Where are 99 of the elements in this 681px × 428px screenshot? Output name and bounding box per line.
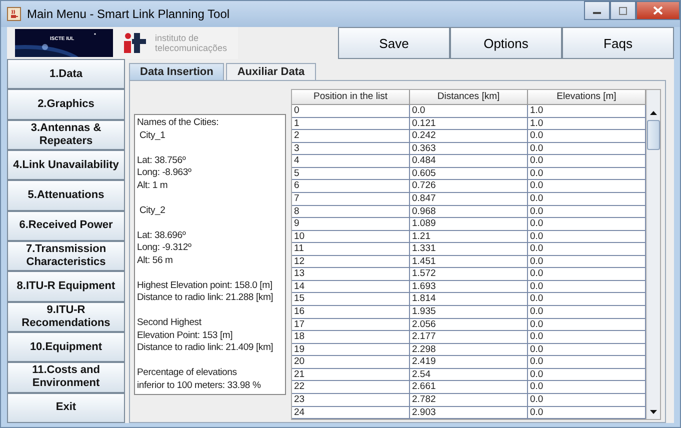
table-cell: 14 bbox=[292, 280, 410, 292]
table-cell: 2.298 bbox=[410, 344, 528, 356]
column-header[interactable]: Distances [km] bbox=[410, 90, 528, 104]
info-text: Percentage of elevations bbox=[137, 367, 237, 380]
table-cell: 6 bbox=[292, 180, 410, 192]
table-cell: 15 bbox=[292, 293, 410, 305]
close-icon bbox=[653, 6, 663, 15]
table-cell: 0.121 bbox=[410, 118, 528, 130]
table-cell: 2.782 bbox=[410, 394, 528, 406]
table-cell: 0.484 bbox=[410, 155, 528, 167]
menu-button[interactable]: 6.Received Power bbox=[7, 210, 125, 241]
menu-button[interactable]: 5.Attenuations bbox=[7, 180, 125, 211]
table-cell: 22 bbox=[292, 381, 410, 393]
close-button[interactable] bbox=[636, 1, 680, 20]
info-text: Names of the Cities: bbox=[137, 117, 219, 130]
info-text: Alt: 56 m bbox=[137, 254, 173, 267]
table-cell: 1.089 bbox=[410, 218, 528, 230]
table-cell: 4 bbox=[292, 155, 410, 167]
table-cell: 1.451 bbox=[410, 256, 528, 268]
up-arrow-icon bbox=[650, 111, 657, 115]
table-cell: 9 bbox=[292, 218, 410, 230]
logo-text: telecomunicações bbox=[155, 43, 228, 53]
menu-button[interactable]: 7.Transmission Characteristics bbox=[7, 240, 125, 272]
table-cell: 1 bbox=[292, 118, 410, 130]
scroll-thumb[interactable] bbox=[647, 120, 660, 150]
window-title: Main Menu - Smart Link Planning Tool bbox=[27, 7, 230, 21]
table-cell: 12 bbox=[292, 256, 410, 268]
info-text: City_1 bbox=[138, 130, 166, 142]
minimize-button[interactable] bbox=[584, 1, 610, 20]
info-text: Lat: 38.756º bbox=[137, 154, 186, 167]
table-cell: 19 bbox=[292, 344, 410, 356]
table-cell: 24 bbox=[292, 406, 410, 418]
menu-button[interactable]: 9.ITU-R Recomendations bbox=[7, 302, 125, 332]
menu-button[interactable]: 2.Graphics bbox=[7, 89, 125, 120]
header-button[interactable]: Faqs bbox=[562, 27, 674, 59]
table-cell: 23 bbox=[292, 394, 410, 406]
tab[interactable]: Data Insertion bbox=[129, 63, 224, 80]
maximize-icon bbox=[618, 6, 628, 14]
table-cell: 0.0 bbox=[410, 105, 528, 117]
table-cell: 0 bbox=[292, 105, 410, 117]
menu-button[interactable]: 10.Equipment bbox=[7, 332, 125, 362]
table-cell: 2.903 bbox=[410, 406, 528, 418]
it-logo-icon bbox=[123, 32, 149, 54]
table-cell: 20 bbox=[292, 356, 410, 368]
logo-text: instituto de bbox=[155, 33, 200, 43]
table-cell: 2.419 bbox=[410, 356, 528, 368]
info-text: City_2 bbox=[138, 204, 166, 217]
menu-button[interactable]: 1.Data bbox=[7, 59, 125, 90]
table-cell: 2.661 bbox=[410, 381, 528, 393]
tab[interactable]: Auxiliar Data bbox=[226, 63, 316, 80]
table-cell: 1.331 bbox=[410, 243, 528, 255]
table-cell: 18 bbox=[292, 331, 410, 343]
table-cell: 16 bbox=[292, 306, 410, 318]
column-header[interactable]: Position in the list bbox=[292, 90, 410, 104]
info-text: Distance to radio link: 21.409 [km] bbox=[137, 342, 274, 354]
table-cell: 1.935 bbox=[410, 306, 528, 318]
table-cell: 1.572 bbox=[410, 268, 528, 280]
menu-button[interactable]: 3.Antennas & Repeaters bbox=[7, 120, 125, 150]
down-arrow-icon bbox=[650, 410, 657, 414]
table-cell: 5 bbox=[292, 168, 410, 180]
table-cell: 0.968 bbox=[410, 206, 528, 218]
header-button[interactable]: Save bbox=[338, 27, 450, 59]
info-text: Highest Elevation point: 158.0 [m] bbox=[137, 280, 272, 292]
table-cell: 2.54 bbox=[410, 368, 528, 380]
table-cell: 2 bbox=[292, 130, 410, 142]
info-text: Lat: 38.696º bbox=[137, 230, 186, 242]
table-cell: 1.693 bbox=[410, 280, 528, 292]
maximize-button[interactable] bbox=[610, 1, 636, 20]
info-text: Distance to radio link: 21.288 [km] bbox=[137, 292, 274, 304]
table-cell: 2.056 bbox=[410, 318, 528, 330]
table-cell: 3 bbox=[292, 142, 410, 154]
table-cell: 0.726 bbox=[410, 180, 528, 192]
info-text: Long: -8.963º bbox=[137, 167, 192, 180]
menu-button[interactable]: 8.ITU-R Equipment bbox=[7, 271, 125, 302]
table-cell: 21 bbox=[292, 368, 410, 380]
table-cell: 1.21 bbox=[410, 230, 528, 242]
table-cell: 0.605 bbox=[410, 168, 528, 180]
table-cell: 11 bbox=[292, 243, 410, 255]
info-text: inferior to 100 meters: 33.98 % bbox=[137, 380, 261, 392]
table-cell: 13 bbox=[292, 268, 410, 280]
menu-button[interactable]: 4.Link Unavailability bbox=[7, 150, 125, 180]
java-cup-icon bbox=[7, 7, 21, 21]
table-cell: 7 bbox=[292, 192, 410, 204]
scrollbar[interactable] bbox=[646, 90, 660, 419]
table-cell: 0.242 bbox=[410, 130, 528, 142]
info-text: Long: -9.312º bbox=[137, 242, 192, 254]
table-cell: 1.814 bbox=[410, 293, 528, 305]
info-text: Alt: 1 m bbox=[137, 180, 168, 192]
table-cell: 17 bbox=[292, 318, 410, 330]
info-text: Second Highest bbox=[137, 317, 202, 330]
info-text: Elevation Point: 153 [m] bbox=[137, 330, 233, 342]
table-cell: 0.847 bbox=[410, 192, 528, 204]
menu-button[interactable]: Exit bbox=[7, 392, 125, 423]
menu-button[interactable]: 11.Costs and Environment bbox=[7, 362, 125, 393]
table-cell: 0.363 bbox=[410, 142, 528, 154]
table-cell: 10 bbox=[292, 230, 410, 242]
table-cell: 8 bbox=[292, 206, 410, 218]
header-button[interactable]: Options bbox=[450, 27, 562, 59]
table-cell: 2.177 bbox=[410, 331, 528, 343]
